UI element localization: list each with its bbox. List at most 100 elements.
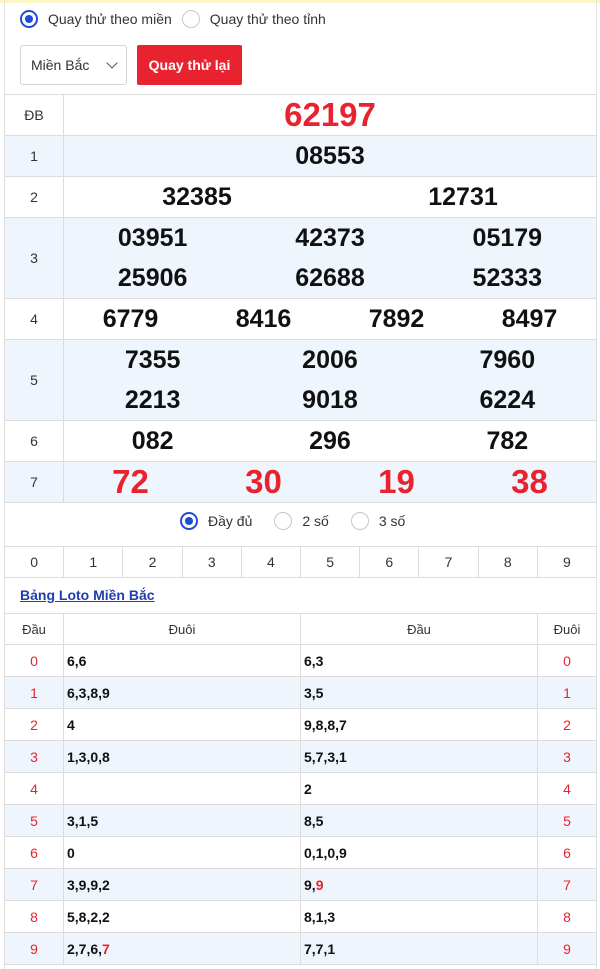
radio-unselected-icon[interactable] bbox=[181, 10, 200, 28]
prize-number: 7892 bbox=[368, 305, 425, 333]
radio-selected-icon[interactable] bbox=[20, 10, 38, 28]
prize-number: 25906 bbox=[117, 264, 188, 292]
spin-controls: Miền Bắc Quay thử lại bbox=[20, 45, 242, 85]
prize-number: 42373 bbox=[295, 224, 365, 252]
loto-dau-values: 2 bbox=[300, 772, 538, 805]
digit-cell[interactable]: 9 bbox=[537, 546, 598, 578]
loto-duoi-key: 1 bbox=[537, 676, 597, 709]
loto-duoi-values bbox=[63, 772, 301, 805]
prize-number: 8416 bbox=[235, 305, 292, 333]
filter-option-3-digits[interactable]: 3 số bbox=[350, 512, 405, 530]
prize-number: 7355 bbox=[124, 346, 181, 374]
loto-row: 4 2 4 bbox=[4, 772, 597, 805]
mode-option-region[interactable]: Quay thử theo miền bbox=[20, 10, 172, 28]
loto-value: 9, bbox=[304, 876, 316, 893]
loto-duoi-values: 0 bbox=[63, 836, 301, 869]
loto-dau-key: 7 bbox=[4, 868, 64, 901]
radio-selected-icon[interactable] bbox=[180, 512, 198, 530]
digit-cell[interactable]: 5 bbox=[301, 546, 361, 578]
loto-header: Đầu bbox=[4, 613, 64, 645]
mode-option-label: Quay thử theo tỉnh bbox=[209, 11, 326, 27]
prize-number: 05179 bbox=[472, 224, 543, 252]
prize-numbers: 62197 bbox=[64, 95, 596, 135]
loto-dau-key: 4 bbox=[4, 772, 64, 805]
filter-option-label: Đầy đủ bbox=[208, 513, 253, 529]
digit-filter: Đầy đủ 2 số 3 số bbox=[180, 512, 427, 530]
prize-label: ĐB bbox=[4, 94, 64, 136]
loto-dau-values: 3,5 bbox=[300, 676, 538, 709]
loto-header: Đầu bbox=[300, 613, 538, 645]
loto-dau-key: 6 bbox=[4, 836, 64, 869]
prize-number: 32385 bbox=[162, 183, 232, 211]
loto-duoi-values: 6,6 bbox=[63, 644, 301, 677]
digit-cell[interactable]: 6 bbox=[360, 546, 420, 578]
radio-unselected-icon[interactable] bbox=[274, 512, 293, 530]
prize-number: 8497 bbox=[501, 305, 558, 333]
loto-table: Đầu Đuôi Đầu Đuôi 0 6,6 6,3 0 1 6,3,8,9 … bbox=[4, 613, 597, 965]
results-table: ĐB 62197 1 08553 2 32385 12731 3 03951 4… bbox=[4, 94, 597, 503]
radio-unselected-icon[interactable] bbox=[350, 512, 369, 530]
prize-number: 296 bbox=[309, 427, 351, 455]
loto-duoi-values: 4 bbox=[63, 708, 301, 741]
prize-row-6: 6 082 296 782 bbox=[4, 420, 597, 462]
digit-cell[interactable]: 7 bbox=[419, 546, 479, 578]
digit-cell[interactable]: 2 bbox=[123, 546, 183, 578]
prize-number: 12731 bbox=[428, 183, 498, 211]
digit-cell[interactable]: 1 bbox=[64, 546, 124, 578]
mode-option-province[interactable]: Quay thử theo tỉnh bbox=[181, 10, 326, 28]
loto-dau-values: 9,9 bbox=[300, 868, 538, 901]
loto-dau-key: 8 bbox=[4, 900, 64, 933]
loto-dau-key: 3 bbox=[4, 740, 64, 773]
prize-label: 5 bbox=[4, 339, 64, 421]
loto-special-value: 7 bbox=[102, 940, 110, 957]
loto-table-link[interactable]: Bảng Loto Miền Bắc bbox=[20, 587, 155, 603]
prize-number: 6224 bbox=[479, 386, 536, 414]
loto-duoi-values: 3,1,5 bbox=[63, 804, 301, 837]
chevron-down-icon bbox=[106, 57, 118, 69]
prize-label: 2 bbox=[4, 176, 64, 218]
prize-row-4: 4 6779 8416 7892 8497 bbox=[4, 298, 597, 340]
prize-row-7: 7 72 30 19 38 bbox=[4, 461, 597, 503]
prize-number: 19 bbox=[378, 463, 415, 500]
loto-duoi-key: 3 bbox=[537, 740, 597, 773]
prize-number: 08553 bbox=[295, 142, 365, 170]
digit-cell[interactable]: 4 bbox=[241, 546, 302, 578]
digit-cell[interactable]: 3 bbox=[182, 546, 242, 578]
prize-number: 7960 bbox=[479, 346, 536, 374]
loto-duoi-key: 8 bbox=[537, 900, 597, 933]
prize-number: 03951 bbox=[117, 224, 188, 252]
loto-dau-values: 6,3 bbox=[300, 644, 538, 677]
digit-cell[interactable]: 8 bbox=[478, 546, 538, 578]
loto-duoi-values: 5,8,2,2 bbox=[63, 900, 301, 933]
loto-row: 1 6,3,8,9 3,5 1 bbox=[4, 676, 597, 709]
loto-header-row: Đầu Đuôi Đầu Đuôi bbox=[4, 613, 597, 645]
loto-dau-values: 8,5 bbox=[300, 804, 538, 837]
loto-header: Đuôi bbox=[63, 613, 301, 645]
filter-option-full[interactable]: Đầy đủ bbox=[180, 512, 252, 530]
loto-header: Đuôi bbox=[537, 613, 597, 645]
prize-numbers: 03951 42373 05179 25906 62688 52333 bbox=[64, 218, 596, 298]
loto-row: 2 4 9,8,8,7 2 bbox=[4, 708, 597, 741]
digit-highlight-bar: 0 1 2 3 4 5 6 7 8 9 bbox=[4, 546, 598, 578]
filter-option-2-digits[interactable]: 2 số bbox=[274, 512, 329, 530]
loto-dau-values: 9,8,8,7 bbox=[300, 708, 538, 741]
loto-duoi-key: 6 bbox=[537, 836, 597, 869]
digit-cell[interactable]: 0 bbox=[4, 546, 65, 578]
filter-option-label: 2 số bbox=[302, 513, 329, 529]
loto-row: 0 6,6 6,3 0 bbox=[4, 644, 597, 677]
prize-label: 1 bbox=[4, 135, 64, 177]
region-select[interactable]: Miền Bắc bbox=[20, 45, 127, 85]
prize-number: 62197 bbox=[284, 96, 376, 133]
loto-duoi-values: 6,3,8,9 bbox=[63, 676, 301, 709]
loto-row: 9 2,7,6,7 7,7,1 9 bbox=[4, 932, 597, 965]
spin-again-button[interactable]: Quay thử lại bbox=[137, 45, 242, 85]
prize-row-2: 2 32385 12731 bbox=[4, 176, 597, 218]
prize-row-3: 3 03951 42373 05179 25906 62688 52333 bbox=[4, 217, 597, 299]
loto-row: 6 0 0,1,0,9 6 bbox=[4, 836, 597, 869]
loto-duoi-key: 5 bbox=[537, 804, 597, 837]
loto-value: 2,7,6, bbox=[67, 940, 103, 957]
loto-special-value: 9 bbox=[315, 876, 324, 893]
prize-number: 082 bbox=[131, 427, 174, 455]
prize-number: 38 bbox=[511, 463, 548, 500]
loto-duoi-key: 9 bbox=[537, 932, 597, 965]
